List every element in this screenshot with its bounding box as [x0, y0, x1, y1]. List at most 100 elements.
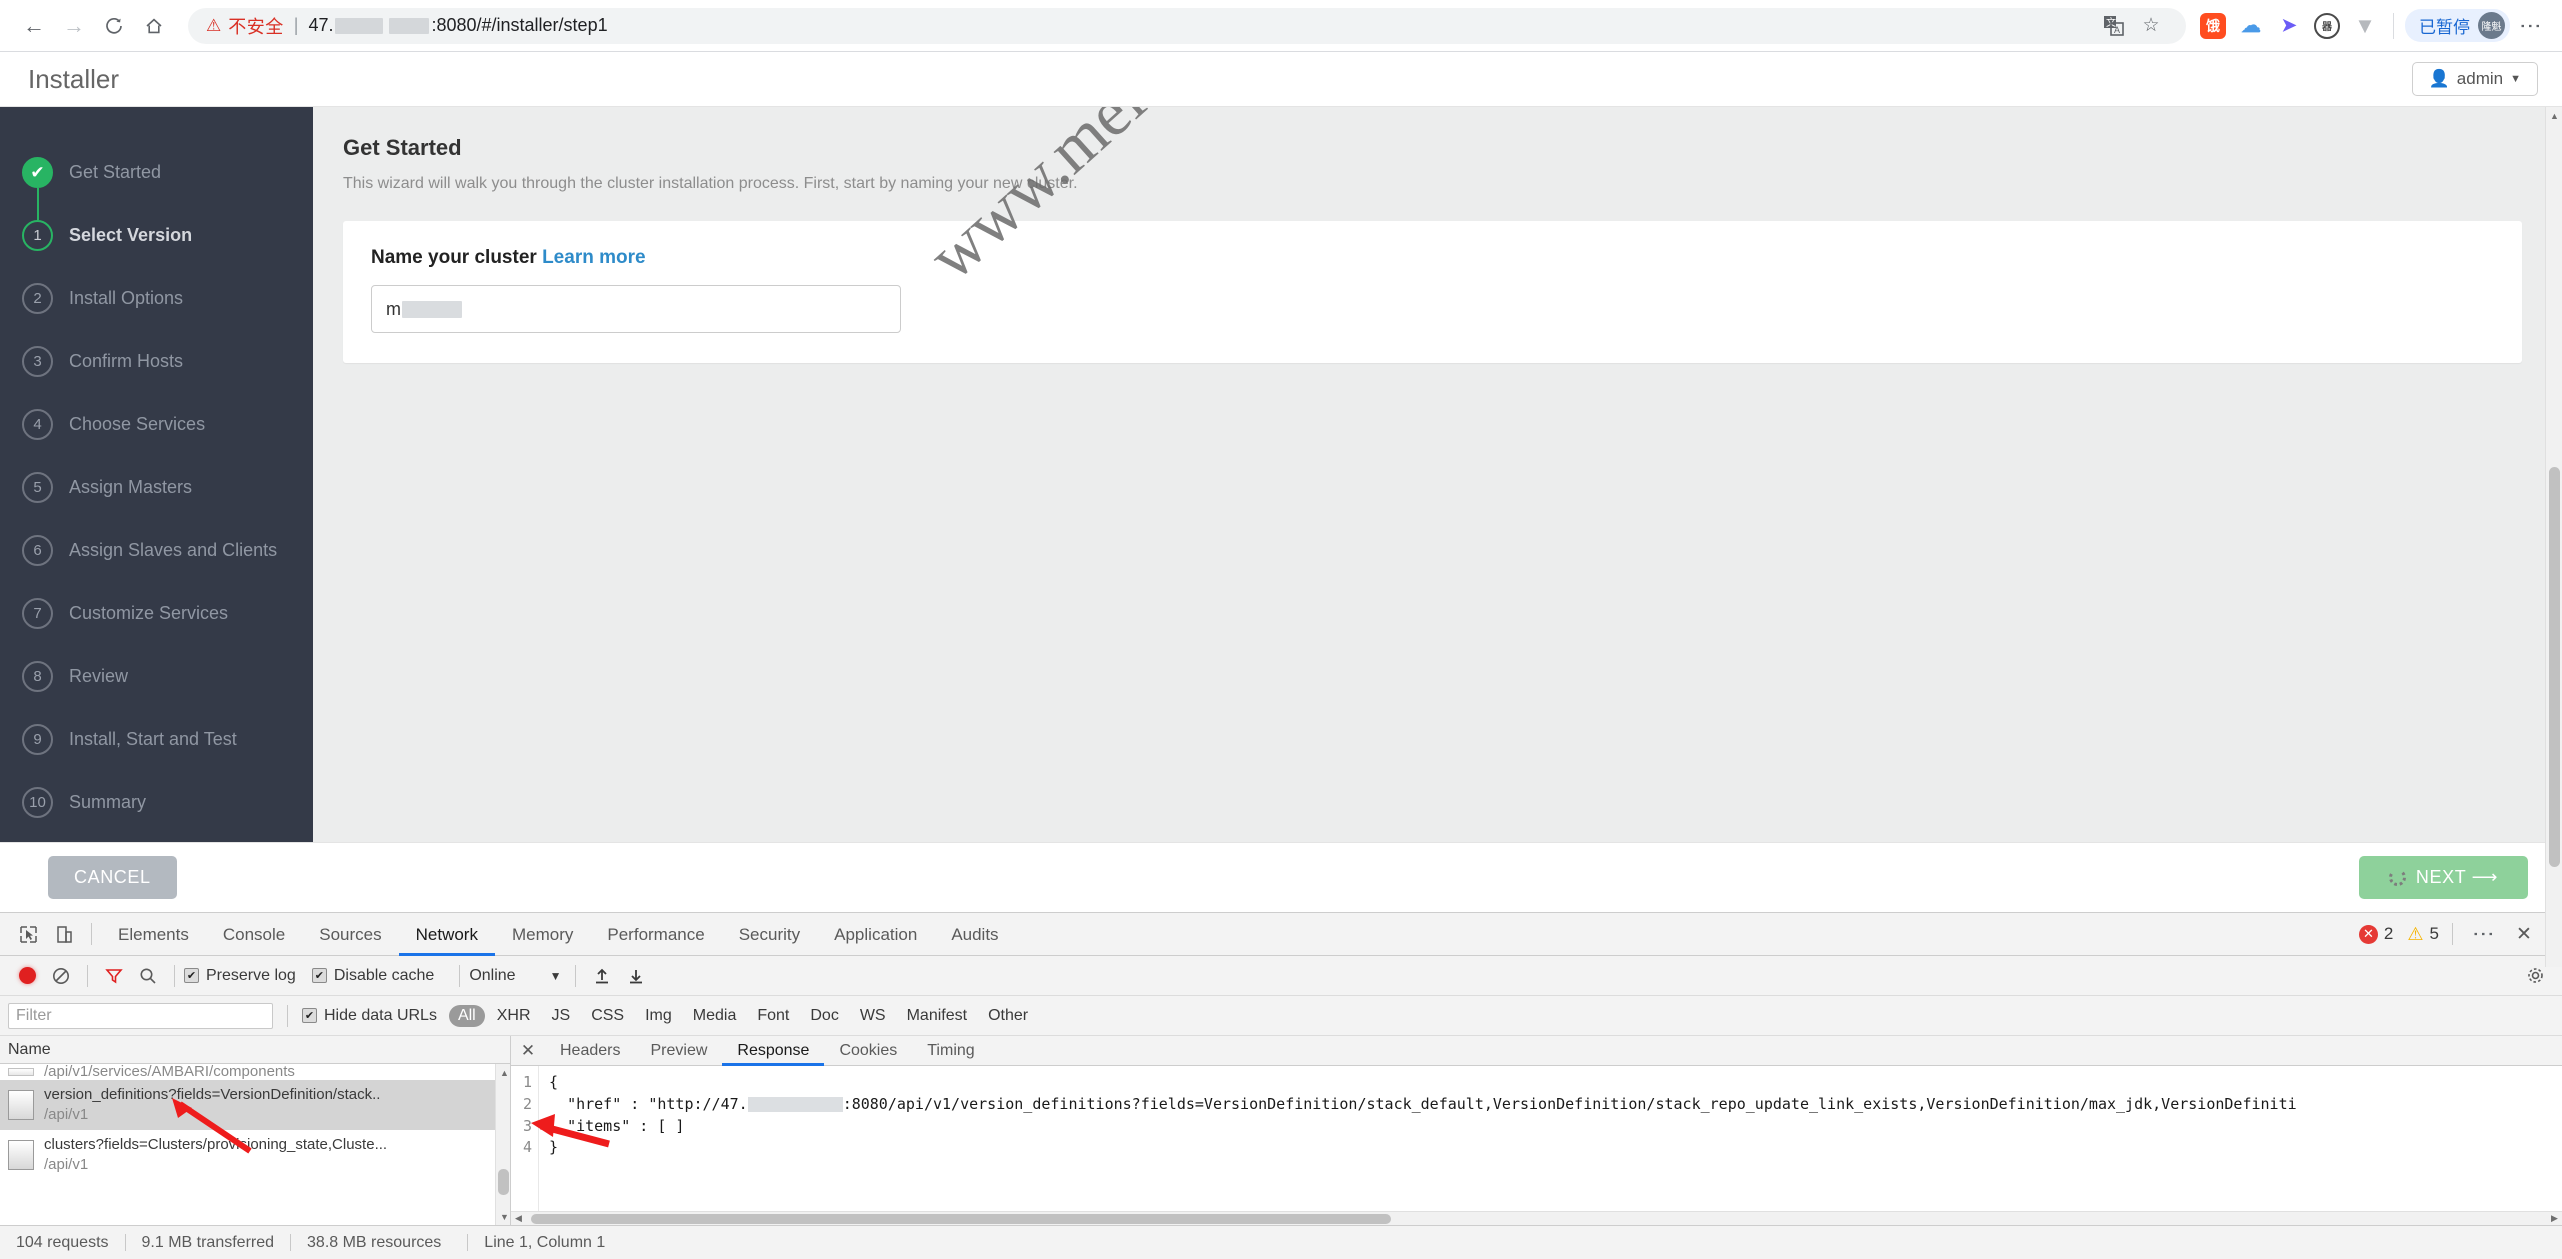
tab-memory[interactable]: Memory: [495, 913, 590, 956]
filter-input[interactable]: Filter: [8, 1002, 273, 1029]
filter-type-manifest[interactable]: Manifest: [898, 1005, 976, 1027]
request-scroll-down-arrow[interactable]: ▼: [496, 1208, 510, 1225]
chevron-down-icon: ▼: [549, 968, 562, 983]
detail-tab-headers[interactable]: Headers: [545, 1036, 635, 1066]
extension-ring-icon[interactable]: 器: [2310, 9, 2344, 43]
sidebar-item-install-options[interactable]: 2 Install Options: [0, 267, 313, 330]
tab-performance[interactable]: Performance: [590, 913, 721, 956]
request-scrollbar-thumb[interactable]: [498, 1169, 509, 1195]
filter-type-font[interactable]: Font: [748, 1005, 798, 1027]
request-scroll-up-arrow[interactable]: ▲: [496, 1064, 510, 1081]
tab-console[interactable]: Console: [206, 913, 302, 956]
learn-more-link[interactable]: Learn more: [542, 247, 645, 268]
bookmark-star-icon[interactable]: ☆: [2134, 9, 2168, 43]
preserve-log-checkbox[interactable]: ✔ Preserve log: [184, 967, 296, 985]
filter-type-ws[interactable]: WS: [851, 1005, 895, 1027]
sidebar-item-get-started[interactable]: ✔ Get Started: [0, 141, 313, 220]
tab-elements[interactable]: Elements: [101, 913, 206, 956]
sidebar-item-select-version[interactable]: 1 Select Version: [0, 204, 313, 267]
search-icon[interactable]: [131, 959, 165, 993]
extension-eleme-icon[interactable]: 饿: [2196, 9, 2230, 43]
export-har-icon[interactable]: [619, 959, 653, 993]
home-icon[interactable]: [134, 6, 174, 46]
filter-type-xhr[interactable]: XHR: [488, 1005, 540, 1027]
tab-security[interactable]: Security: [722, 913, 817, 956]
cancel-button[interactable]: CANCEL: [48, 856, 177, 899]
filter-type-css[interactable]: CSS: [582, 1005, 633, 1027]
section-heading: Get Started: [343, 135, 462, 160]
hscroll-right-arrow[interactable]: ▶: [2547, 1213, 2562, 1224]
sidebar-item-assign-masters[interactable]: 5 Assign Masters: [0, 456, 313, 519]
sidebar-item-assign-slaves[interactable]: 6 Assign Slaves and Clients: [0, 519, 313, 582]
admin-menu-button[interactable]: 👤 admin ▼: [2411, 62, 2538, 96]
tab-application[interactable]: Application: [817, 913, 934, 956]
filter-type-doc[interactable]: Doc: [801, 1005, 847, 1027]
address-bar[interactable]: ⚠ 不安全 | 47.:8080/#/installer/step1 文A ☆: [188, 7, 2186, 44]
page-scrollbar-thumb[interactable]: [2549, 467, 2560, 867]
translate-icon[interactable]: 文A: [2096, 9, 2130, 43]
warning-count-badge[interactable]: ⚠ 5: [2407, 924, 2439, 945]
table-row[interactable]: clusters?fields=Clusters/provisioning_st…: [0, 1130, 510, 1180]
import-har-icon[interactable]: [585, 959, 619, 993]
request-list-scrollbar[interactable]: ▲ ▼: [495, 1064, 510, 1225]
request-name: /api/v1/services/AMBARI/components: [44, 1064, 295, 1080]
tab-sources[interactable]: Sources: [302, 913, 398, 956]
devtools-status-bar: 104 requests 9.1 MB transferred 38.8 MB …: [0, 1225, 2562, 1259]
clear-button[interactable]: [44, 959, 78, 993]
request-list-header[interactable]: Name: [0, 1036, 510, 1064]
tab-audits[interactable]: Audits: [934, 913, 1015, 956]
devtools-menu-icon[interactable]: ⋮: [2466, 916, 2502, 952]
hscroll-thumb[interactable]: [531, 1214, 1391, 1224]
response-horizontal-scrollbar[interactable]: ◀ ▶: [511, 1211, 2562, 1225]
detail-tab-preview[interactable]: Preview: [635, 1036, 722, 1066]
profile-avatar[interactable]: 隆魁: [2478, 12, 2505, 39]
table-row[interactable]: version_definitions?fields=VersionDefini…: [0, 1080, 510, 1130]
back-button[interactable]: ←: [14, 6, 54, 46]
scroll-up-arrow[interactable]: ▲: [2546, 107, 2562, 124]
sidebar-item-confirm-hosts[interactable]: 3 Confirm Hosts: [0, 330, 313, 393]
detail-tab-timing[interactable]: Timing: [912, 1036, 989, 1066]
page-scrollbar[interactable]: ▲: [2545, 107, 2562, 967]
filter-icon[interactable]: [97, 959, 131, 993]
next-button[interactable]: NEXT ⟶: [2358, 856, 2528, 899]
disable-cache-checkbox[interactable]: ✔ Disable cache: [311, 967, 434, 985]
record-button[interactable]: [10, 959, 44, 993]
close-detail-icon[interactable]: ✕: [511, 1041, 545, 1061]
sidebar-item-customize-services[interactable]: 7 Customize Services: [0, 582, 313, 645]
extension-cloud-icon[interactable]: ☁: [2234, 9, 2268, 43]
forward-button[interactable]: →: [54, 6, 94, 46]
code-line-3: "items" : [ ]: [549, 1116, 2562, 1138]
loading-spinner-icon: [2388, 869, 2406, 886]
code-line-1: {: [549, 1073, 559, 1091]
step-bullet-2: 2: [22, 283, 53, 314]
sidebar-item-install-start-test[interactable]: 9 Install, Start and Test: [0, 708, 313, 771]
cluster-name-input[interactable]: m: [371, 285, 901, 333]
sidebar-item-summary[interactable]: 10 Summary: [0, 771, 313, 834]
filter-type-other[interactable]: Other: [979, 1005, 1037, 1027]
throttle-select[interactable]: Online ▼: [469, 967, 561, 985]
detail-tab-cookies[interactable]: Cookies: [824, 1036, 912, 1066]
table-row[interactable]: /api/v1/services/AMBARI/components: [0, 1064, 510, 1080]
filter-type-media[interactable]: Media: [684, 1005, 746, 1027]
error-count-badge[interactable]: ✕ 2: [2358, 924, 2393, 944]
extension-v-icon[interactable]: ▼: [2348, 9, 2382, 43]
filter-type-js[interactable]: JS: [543, 1005, 580, 1027]
hide-data-urls-checkbox[interactable]: ✔ Hide data URLs: [302, 1007, 437, 1025]
filter-type-img[interactable]: Img: [636, 1005, 681, 1027]
request-list: Name /api/v1/services/AMBARI/components …: [0, 1036, 511, 1225]
filter-type-all[interactable]: All: [448, 1004, 485, 1027]
inspect-element-icon[interactable]: [10, 916, 46, 952]
insecure-label: 不安全: [228, 16, 284, 37]
detail-tab-response[interactable]: Response: [722, 1036, 824, 1066]
sidebar-item-choose-services[interactable]: 4 Choose Services: [0, 393, 313, 456]
reload-icon[interactable]: [94, 6, 134, 46]
sync-paused-button[interactable]: 已暂停 隆魁: [2405, 9, 2510, 42]
response-body-viewer[interactable]: 1 2 3 4 { "href" : "http://47.:8080/api/…: [511, 1066, 2562, 1211]
device-toolbar-icon[interactable]: [46, 916, 82, 952]
extension-bird-icon[interactable]: ➤: [2272, 9, 2306, 43]
sidebar-item-review[interactable]: 8 Review: [0, 645, 313, 708]
hscroll-left-arrow[interactable]: ◀: [511, 1213, 526, 1224]
close-devtools-icon[interactable]: ✕: [2506, 916, 2542, 952]
chrome-menu-icon[interactable]: ⋮: [2514, 9, 2548, 43]
tab-network[interactable]: Network: [399, 913, 495, 956]
